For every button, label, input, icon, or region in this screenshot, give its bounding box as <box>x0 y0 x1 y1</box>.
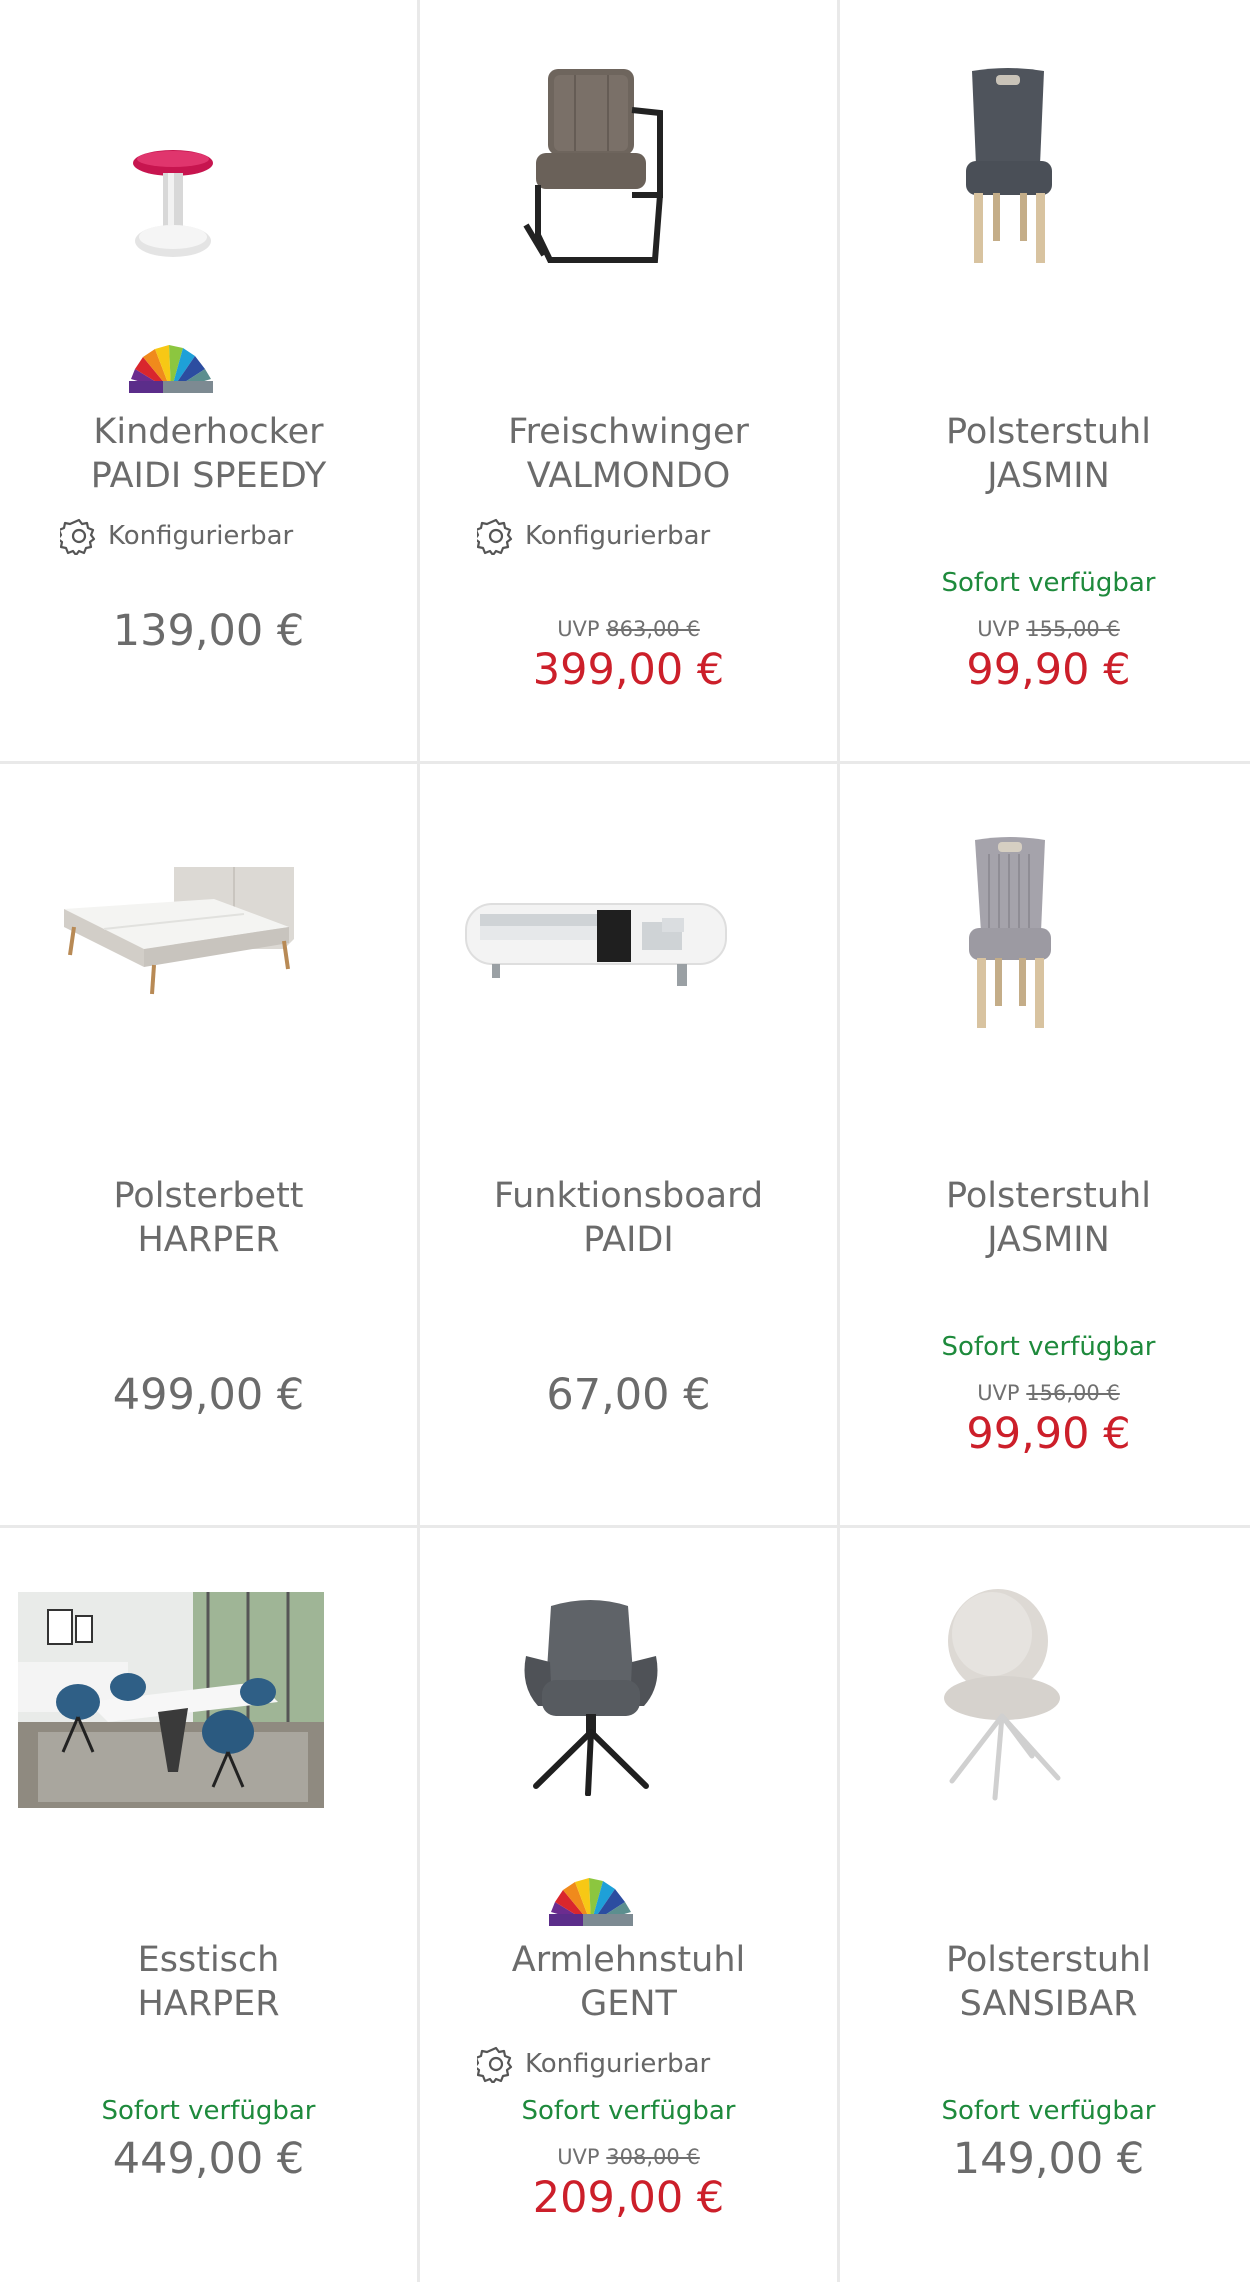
product-title[interactable]: Polsterstuhl SANSIBAR <box>840 1938 1250 2026</box>
product-card[interactable]: Freischwinger VALMONDO Konfigurierbar UV… <box>420 0 837 764</box>
configurable-badge: Konfigurierbar <box>477 516 710 556</box>
product-image-function-board[interactable] <box>420 764 837 1094</box>
product-title-line1: Esstisch <box>137 1940 280 1980</box>
product-title[interactable]: Funktionsboard PAIDI <box>420 1174 837 1262</box>
configurable-label: Konfigurierbar <box>525 2049 711 2079</box>
product-image-stool[interactable] <box>0 0 417 330</box>
product-title-line2: HARPER <box>137 1220 280 1260</box>
product-title[interactable]: Polsterbett HARPER <box>0 1174 417 1262</box>
product-title-line1: Polsterstuhl <box>946 1940 1151 1980</box>
product-title-line2: SANSIBAR <box>959 1984 1138 2024</box>
availability-label: Sofort verfügbar <box>941 2096 1156 2126</box>
sale-price: 99,90 € <box>966 645 1131 695</box>
product-title-line2: GENT <box>580 1984 677 2024</box>
uvp-value: 863,00 € <box>606 617 700 641</box>
product-title-line1: Freischwinger <box>508 412 749 452</box>
sale-price: 399,00 € <box>532 645 725 695</box>
product-title-line1: Kinderhocker <box>93 412 324 452</box>
uvp-label: UVP <box>977 1381 1020 1405</box>
product-image-cantilever-chair[interactable] <box>420 0 837 330</box>
product-title[interactable]: Kinderhocker PAIDI SPEEDY <box>0 410 417 498</box>
availability-label: Sofort verfügbar <box>101 2096 316 2126</box>
product-card[interactable]: Esstisch HARPER Sofort verfügbar 449,00 … <box>0 1528 417 2292</box>
product-card[interactable]: Polsterstuhl JASMIN Sofort verfügbar UVP… <box>840 0 1250 764</box>
configurable-label: Konfigurierbar <box>525 521 711 551</box>
price: 67,00 € <box>546 1370 711 1420</box>
uvp-value: 155,00 € <box>1026 617 1120 641</box>
product-image-dining-room[interactable] <box>0 1528 417 1858</box>
uvp-price: UVP 156,00 € <box>840 1381 1250 1405</box>
product-title-line2: VALMONDO <box>526 456 731 496</box>
sale-price: 99,90 € <box>966 1409 1131 1459</box>
product-title[interactable]: Polsterstuhl JASMIN <box>840 1174 1250 1262</box>
product-title[interactable]: Armlehnstuhl GENT <box>420 1938 837 2026</box>
product-title-line2: JASMIN <box>987 1220 1110 1260</box>
gear-icon <box>477 2046 513 2083</box>
configurable-label: Konfigurierbar <box>108 521 294 551</box>
product-title-line2: JASMIN <box>987 456 1110 496</box>
availability-label: Sofort verfügbar <box>941 568 1156 598</box>
configurable-badge: Konfigurierbar <box>477 2044 710 2084</box>
uvp-label: UVP <box>557 617 600 641</box>
availability-label: Sofort verfügbar <box>941 1332 1156 1362</box>
product-title-line1: Polsterbett <box>113 1176 304 1216</box>
gear-icon <box>60 518 96 555</box>
product-grid: Kinderhocker PAIDI SPEEDY Konfigurierbar… <box>0 0 1250 2282</box>
product-title[interactable]: Freischwinger VALMONDO <box>420 410 837 498</box>
price: 499,00 € <box>112 1370 305 1420</box>
color-fan-icon <box>420 1866 837 1926</box>
product-image-upholstered-chair[interactable] <box>840 764 1250 1094</box>
product-title[interactable]: Esstisch HARPER <box>0 1938 417 2026</box>
uvp-value: 308,00 € <box>606 2145 700 2169</box>
product-card[interactable]: Polsterstuhl SANSIBAR Sofort verfügbar 1… <box>840 1528 1250 2292</box>
product-card[interactable]: Kinderhocker PAIDI SPEEDY Konfigurierbar… <box>0 0 417 764</box>
product-title-line2: PAIDI <box>583 1220 674 1260</box>
product-title-line2: PAIDI SPEEDY <box>90 456 327 496</box>
product-card[interactable]: Polsterstuhl JASMIN Sofort verfügbar UVP… <box>840 764 1250 1528</box>
product-image-upholstered-chair[interactable] <box>840 0 1250 330</box>
price: 449,00 € <box>112 2134 305 2184</box>
uvp-price: UVP 155,00 € <box>840 617 1250 641</box>
product-image-bed[interactable] <box>0 764 417 1094</box>
product-card[interactable]: Armlehnstuhl GENT Konfigurierbar Sofort … <box>420 1528 837 2292</box>
color-fan-icon <box>0 338 417 398</box>
product-title-line2: HARPER <box>137 1984 280 2024</box>
price: 149,00 € <box>952 2134 1145 2184</box>
product-title[interactable]: Polsterstuhl JASMIN <box>840 410 1250 498</box>
uvp-value: 156,00 € <box>1026 1381 1120 1405</box>
product-title-line1: Polsterstuhl <box>946 1176 1151 1216</box>
uvp-price: UVP 308,00 € <box>420 2145 837 2169</box>
product-card[interactable]: Funktionsboard PAIDI 67,00 € <box>420 764 837 1528</box>
product-title-line1: Armlehnstuhl <box>511 1940 746 1980</box>
product-card[interactable]: Polsterbett HARPER 499,00 € <box>0 764 417 1528</box>
uvp-price: UVP 863,00 € <box>420 617 837 641</box>
configurable-badge: Konfigurierbar <box>60 516 293 556</box>
availability-label: Sofort verfügbar <box>521 2096 736 2126</box>
price: 139,00 € <box>112 606 305 656</box>
product-title-line1: Polsterstuhl <box>946 412 1151 452</box>
uvp-label: UVP <box>557 2145 600 2169</box>
product-image-armchair[interactable] <box>420 1528 837 1858</box>
product-title-line1: Funktionsboard <box>493 1176 764 1216</box>
gear-icon <box>477 518 513 555</box>
uvp-label: UVP <box>977 617 1020 641</box>
sale-price: 209,00 € <box>532 2173 725 2223</box>
product-image-round-chair[interactable] <box>840 1528 1250 1858</box>
